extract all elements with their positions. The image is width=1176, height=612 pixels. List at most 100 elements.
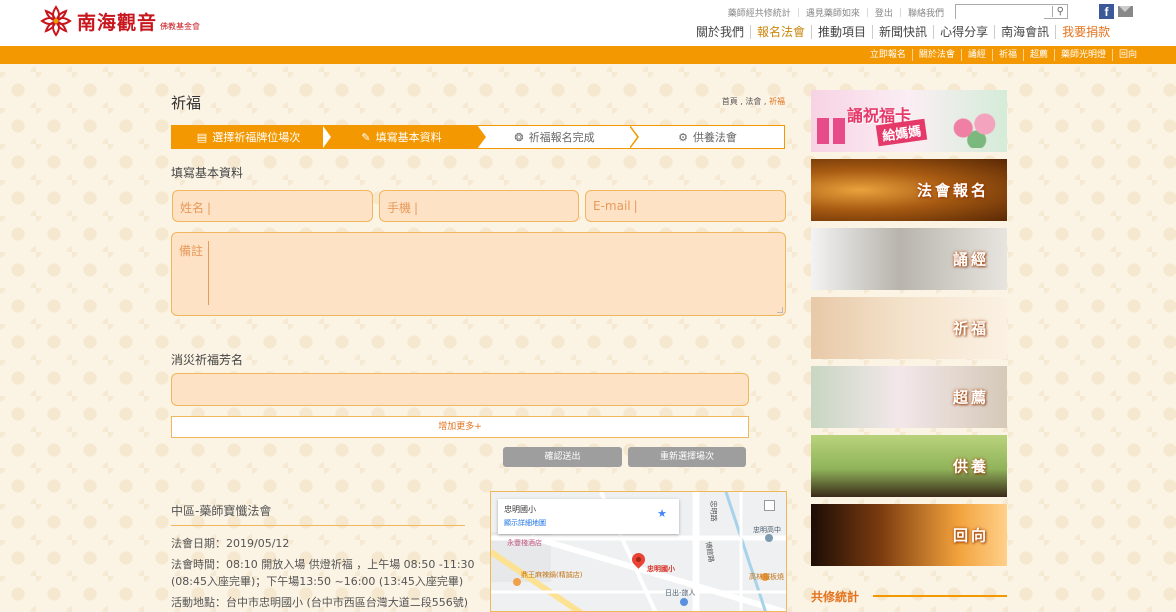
text-caret: | (414, 201, 419, 215)
banner-text: 超薦 (952, 388, 989, 407)
search-input[interactable] (956, 6, 1044, 20)
add-more-button[interactable]: 增加更多+ (171, 416, 749, 438)
divider (171, 525, 465, 526)
search-box: ⚲ (955, 4, 1068, 20)
divider: | (796, 7, 800, 18)
step-label: 填寫基本資料 (375, 131, 442, 144)
star-icon[interactable]: ★ (657, 507, 667, 520)
flower-image (947, 108, 1001, 148)
event-time-line2: (08:45入座完畢)；下午場13:50 ~16:00 (13:45入座完畢) (171, 575, 464, 588)
sub-nav-bar: 立即報名 關於法會 誦經 祈福 超薦 藥師光明燈 回向 (0, 46, 1176, 64)
search-icon[interactable]: ⚲ (1051, 6, 1064, 17)
util-link-logout[interactable]: 登出 (875, 6, 893, 19)
name-field[interactable]: 姓名 | (172, 190, 373, 222)
map-card-title: 忠明國小 (504, 505, 536, 514)
banner-text: 供養 (952, 457, 989, 476)
banner-text: 誦經 (952, 250, 989, 269)
logo-subtitle: 佛教基金會 (160, 21, 201, 31)
name-placeholder: 姓名 (180, 201, 205, 215)
event-time-line1: 法會時間：08:10 開放入場 供燈祈福 ，上午場 08:50 -11:30 (171, 558, 475, 571)
banner-register[interactable]: 法會報名 (811, 159, 1007, 221)
banner-offering[interactable]: 供養 (811, 435, 1007, 497)
section-names: 消災祈福芳名 (171, 353, 244, 367)
breadcrumb-dharma[interactable]: 法會 (745, 97, 761, 106)
nav-item-sharing[interactable]: 心得分享 (933, 25, 994, 39)
map-detail-link[interactable]: 顯示詳細地圖 (504, 518, 673, 528)
location-map[interactable]: 忠明國小 顯示詳細地圖 ★ 永豐棧酒店 鼎王麻辣鍋(精誠店) 忠明國小 日出-旅… (490, 491, 787, 612)
nav-item-about[interactable]: 關於我們 (690, 25, 750, 39)
site-logo[interactable]: 南海觀音 佛教基金會 (38, 3, 200, 39)
progress-steps: ▤ 選擇祈福牌位場次 ✎ 填寫基本資料 ❂ 祈福報名完成 ⚙ 供養法會 (171, 125, 785, 149)
map-label: 鼎王麻辣鍋(精誠店) (521, 571, 583, 579)
breadcrumb-home[interactable]: 首頁 (722, 97, 738, 106)
util-link-stats[interactable]: 藥師經共修統計 (728, 6, 791, 19)
step-offering: ⚙ 供養法會 (631, 126, 784, 148)
step-label: 選擇祈福牌位場次 (212, 131, 301, 144)
breadcrumb: 首頁 , 法會 , 祈福 (722, 96, 785, 107)
nav-item-register[interactable]: 報名法會 (750, 25, 811, 39)
subnav-item-dedication[interactable]: 回向 (1111, 49, 1143, 61)
banner-blessing-card[interactable]: 誦祝福卡 給媽媽 (811, 90, 1007, 152)
gift-icon (817, 118, 845, 144)
map-info-card: 忠明國小 顯示詳細地圖 ★ (498, 499, 679, 534)
map-label: 高林鐵板燒 (749, 573, 784, 581)
step-label: 祈福報名完成 (528, 131, 595, 144)
subnav-item-blessing[interactable]: 祈福 (991, 49, 1023, 61)
step-separator (323, 125, 333, 149)
text-caret (208, 241, 209, 305)
divider: | (865, 7, 869, 18)
step-select-session[interactable]: ▤ 選擇祈福牌位場次 (172, 125, 333, 149)
banner-text: 法會報名 (916, 181, 989, 200)
step-complete: ❂ 祈福報名完成 (478, 125, 639, 149)
phone-placeholder: 手機 (387, 201, 412, 215)
subnav-item-register-now[interactable]: 立即報名 (864, 49, 912, 61)
film-icon: ❂ (514, 130, 524, 144)
page-title: 祈福 (171, 94, 202, 112)
subnav-item-chanting[interactable]: 誦經 (960, 49, 992, 61)
subnav-item-lamp[interactable]: 藥師光明燈 (1053, 49, 1112, 61)
banner-blessing[interactable]: 祈福 (811, 297, 1007, 359)
breadcrumb-current: 祈福 (769, 97, 785, 106)
util-link-meet[interactable]: 遇見藥師如來 (806, 6, 860, 19)
util-link-contact[interactable]: 聯絡我們 (908, 6, 944, 19)
note-textarea[interactable]: 備註 (171, 232, 786, 316)
phone-field[interactable]: 手機 | (379, 190, 579, 222)
reselect-session-button[interactable]: 重新選擇場次 (628, 447, 746, 467)
email-field[interactable]: E-mail | (585, 190, 786, 222)
banner-deliverance[interactable]: 超薦 (811, 366, 1007, 428)
submit-button[interactable]: 確認送出 (503, 447, 622, 467)
step-separator (477, 125, 486, 149)
event-date: 法會日期：2019/05/12 (171, 537, 290, 550)
pencil-icon: ✎ (361, 130, 371, 144)
fullscreen-icon[interactable] (764, 500, 775, 511)
facebook-icon[interactable]: f (1099, 4, 1114, 19)
nav-item-donate[interactable]: 我要捐款 (1055, 25, 1116, 39)
nav-item-newsletter[interactable]: 南海會訊 (994, 25, 1055, 39)
banner-text: 回向 (952, 526, 989, 545)
banner-text: 祈福 (952, 319, 989, 338)
map-label: 忠明路 (709, 500, 718, 522)
divider (873, 595, 1007, 597)
step-separator (629, 125, 639, 149)
map-label: 忠明國小 (647, 565, 675, 573)
logo-text: 南海觀音 (77, 11, 158, 34)
section-basic-info: 填寫基本資料 (171, 166, 244, 180)
banner-chanting[interactable]: 誦經 (811, 228, 1007, 290)
map-label: 日出-旅人 (665, 589, 696, 597)
subnav-item-about[interactable]: 關於法會 (911, 49, 961, 61)
text-caret: | (207, 201, 212, 215)
nav-item-news[interactable]: 新聞快訊 (872, 25, 933, 39)
subnav-item-deliverance[interactable]: 超薦 (1022, 49, 1054, 61)
note-placeholder: 備註 (179, 244, 204, 258)
event-title: 中區-藥師寶懺法會 (171, 504, 272, 518)
blessing-name-input[interactable] (171, 373, 749, 406)
resize-handle-icon[interactable] (777, 307, 783, 313)
nav-item-projects[interactable]: 推動項目 (811, 25, 872, 39)
gear-icon: ⚙ (678, 130, 688, 144)
banner-dedication[interactable]: 回向 (811, 504, 1007, 566)
site-header: 南海觀音 佛教基金會 藥師經共修統計 | 遇見藥師如來 | 登出 | 聯絡我們 … (0, 0, 1176, 46)
mail-icon[interactable] (1118, 6, 1133, 17)
email-placeholder: E-mail (593, 199, 631, 213)
sidebar-section-title: 共修統計 (811, 590, 860, 604)
calendar-icon: ▤ (196, 130, 208, 144)
